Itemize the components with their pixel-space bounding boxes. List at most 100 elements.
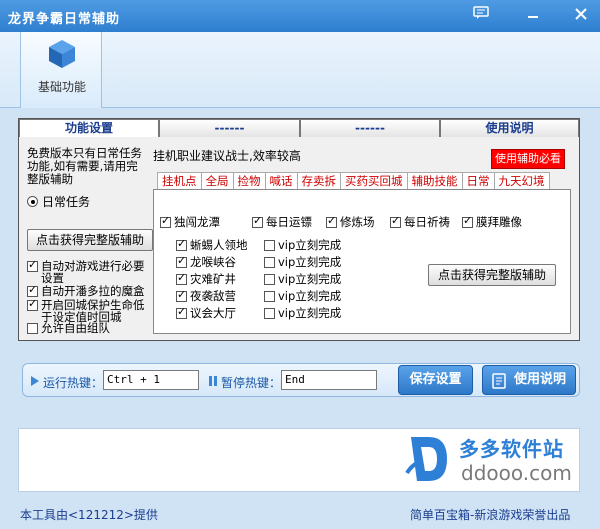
checkbox-label: 自动开潘多拉的魔盒 — [41, 284, 145, 298]
must-read-button[interactable]: 使用辅助必看 — [491, 149, 565, 169]
subtab-pickup[interactable]: 捡物 — [232, 172, 266, 190]
checkbox[interactable] — [252, 215, 263, 228]
checkbox-label: 开启回城保护生命低于设定值时回城 — [41, 298, 145, 324]
checkbox-label: 每日祈祷 — [404, 215, 450, 229]
checkbox-label: 灾难矿井 — [190, 272, 236, 286]
footer-right-text: 简单百宝箱-新浪游戏荣誉出品 — [410, 508, 571, 522]
subtab-store-sell[interactable]: 存卖拆 — [296, 172, 341, 190]
save-settings-button[interactable]: 保存设置 — [398, 365, 473, 395]
check-vip-0[interactable]: vip立刻完成 — [264, 239, 341, 251]
watermark-url: ddooo.com — [461, 461, 572, 485]
check-dungeon-2[interactable]: 灾难矿井 — [176, 272, 236, 286]
content-area: 多多软件站 ddooo.com — [18, 428, 580, 492]
checkbox[interactable] — [176, 238, 187, 251]
check-dungeon-0[interactable]: 蜥蜴人领地 — [176, 238, 248, 252]
watermark: 多多软件站 ddooo.com — [403, 429, 579, 491]
checkbox-label: vip立刻完成 — [278, 272, 342, 286]
check-dungeon-4[interactable]: 议会大厅 — [176, 306, 236, 319]
daily-subpanel: 独闯龙潭 每日运镖 修炼场 每日祈祷 膜拜雕像 蜥蜴人领地 龙喉峡谷 灾难矿 — [153, 189, 571, 334]
window-title: 龙界争霸日常辅助 — [8, 12, 121, 27]
tab-placeholder-1[interactable]: ------ — [159, 119, 300, 137]
check-vip-3[interactable]: vip立刻完成 — [264, 290, 341, 302]
help-button[interactable]: 使用说明 — [482, 365, 576, 395]
watermark-name: 多多软件站 — [459, 437, 564, 461]
checkbox[interactable] — [160, 215, 171, 228]
checkbox-label: 蜥蜴人领地 — [190, 238, 248, 252]
check-vip-1[interactable]: vip立刻完成 — [264, 256, 341, 268]
daily-task-radio[interactable]: 日常任务 — [27, 193, 90, 210]
toolbar-item-basic-functions[interactable]: 基础功能 — [20, 32, 102, 108]
checkbox-label: 修炼场 — [340, 215, 375, 229]
checkbox-label: 夜袭敌营 — [190, 289, 236, 303]
chat-icon[interactable] — [470, 5, 492, 27]
checkbox-label: 龙喉峡谷 — [190, 255, 236, 269]
main-toolbar: 基础功能 — [0, 32, 600, 108]
checkbox[interactable] — [27, 284, 38, 297]
sub-tabs: 挂机点 全局 捡物 喊话 存卖拆 买药买回城 辅助技能 日常 九天幻境 — [157, 172, 550, 190]
checkbox-label: 膜拜雕像 — [476, 215, 522, 229]
check-daily-top-0[interactable]: 独闯龙潭 — [160, 215, 220, 228]
checkbox[interactable] — [390, 215, 401, 228]
radio-dot[interactable] — [27, 196, 38, 207]
checkbox-label: 自动对游戏进行必要设置 — [41, 259, 145, 285]
run-hotkey-input[interactable]: Ctrl + 1 — [103, 370, 199, 390]
check-auto-settings[interactable]: 自动对游戏进行必要设置 — [27, 259, 147, 285]
tab-placeholder-2[interactable]: ------ — [300, 119, 440, 137]
check-daily-top-3[interactable]: 每日祈祷 — [390, 215, 450, 229]
sub-get-full-version-button[interactable]: 点击获得完整版辅助 — [428, 264, 556, 286]
close-icon[interactable] — [570, 5, 592, 27]
checkbox-label: 每日运镖 — [266, 215, 312, 229]
subtab-buy-potion[interactable]: 买药买回城 — [340, 172, 408, 190]
settings-panel: 功能设置 ------ ------ 使用说明 免费版本只有日常任务功能,如有需… — [18, 118, 580, 341]
subtab-shout[interactable]: 喊话 — [264, 172, 298, 190]
info-text: 挂机职业建议战士,效率较高 — [153, 149, 301, 163]
checkbox[interactable] — [176, 255, 187, 268]
checkbox[interactable] — [462, 215, 473, 228]
pause-hotkey-input[interactable]: End — [281, 370, 377, 390]
check-daily-top-1[interactable]: 每日运镖 — [252, 215, 312, 229]
checkbox[interactable] — [27, 298, 38, 311]
check-vip-2[interactable]: vip立刻完成 — [264, 273, 341, 285]
book-icon — [491, 372, 507, 400]
free-version-note: 免费版本只有日常任务功能,如有需要,请用完整版辅助 — [27, 146, 142, 186]
check-pandora-box[interactable]: 自动开潘多拉的魔盒 — [27, 284, 147, 298]
check-daily-top-4[interactable]: 膜拜雕像 — [462, 215, 522, 229]
subtab-global[interactable]: 全局 — [200, 172, 234, 190]
subtab-nine-heaven[interactable]: 九天幻境 — [493, 172, 550, 190]
checkbox-label: vip立刻完成 — [278, 255, 342, 269]
main-tabs: 功能设置 ------ ------ 使用说明 — [19, 119, 579, 137]
checkbox[interactable] — [27, 323, 38, 334]
checkbox-label: vip立刻完成 — [278, 289, 342, 303]
checkbox[interactable] — [264, 308, 275, 319]
checkbox[interactable] — [176, 289, 187, 302]
footer: 本工具由<121212>提供 简单百宝箱-新浪游戏荣誉出品 — [0, 500, 600, 529]
check-dungeon-3[interactable]: 夜袭敌营 — [176, 289, 236, 303]
checkbox-label: vip立刻完成 — [278, 238, 342, 252]
cube-icon — [47, 38, 77, 73]
checkbox[interactable] — [27, 259, 38, 272]
get-full-version-button[interactable]: 点击获得完整版辅助 — [27, 229, 153, 251]
pause-hotkey-label: 暂停热键： — [221, 376, 282, 390]
checkbox-label: vip立刻完成 — [278, 306, 342, 320]
toolbar-item-label: 基础功能 — [37, 80, 86, 94]
check-daily-top-2[interactable]: 修炼场 — [326, 215, 375, 229]
tab-usage-instructions[interactable]: 使用说明 — [440, 119, 579, 137]
check-return-protection[interactable]: 开启回城保护生命低于设定值时回城 — [27, 298, 147, 324]
checkbox[interactable] — [264, 257, 275, 268]
checkbox[interactable] — [176, 272, 187, 285]
checkbox[interactable] — [264, 240, 275, 251]
checkbox[interactable] — [326, 215, 337, 228]
tab-function-settings[interactable]: 功能设置 — [19, 119, 159, 137]
subtab-daily[interactable]: 日常 — [461, 172, 495, 190]
subtab-hang-point[interactable]: 挂机点 — [157, 172, 202, 190]
check-dungeon-1[interactable]: 龙喉峡谷 — [176, 255, 236, 269]
checkbox[interactable] — [264, 274, 275, 285]
checkbox[interactable] — [264, 291, 275, 302]
subtab-assist-skill[interactable]: 辅助技能 — [406, 172, 463, 190]
watermark-logo-icon — [403, 433, 453, 488]
check-free-team[interactable]: 允许自由组队 — [27, 322, 147, 334]
check-vip-4[interactable]: vip立刻完成 — [264, 307, 341, 319]
checkbox[interactable] — [176, 306, 187, 319]
help-button-label: 使用说明 — [513, 372, 566, 387]
minimize-icon[interactable] — [522, 5, 544, 27]
